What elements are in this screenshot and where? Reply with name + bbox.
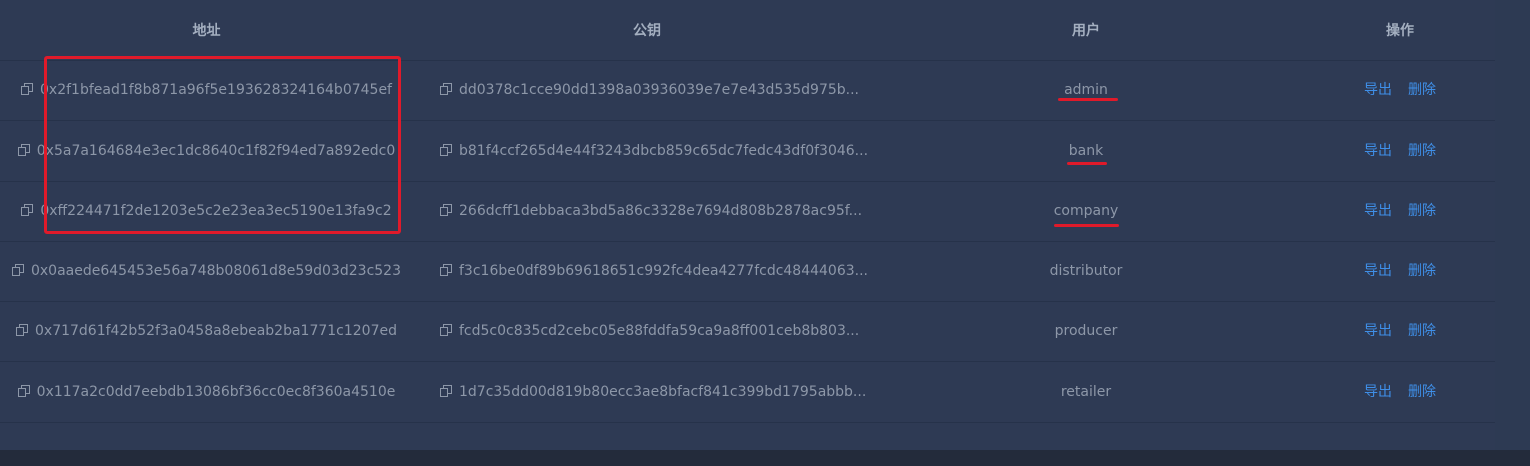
public-key-text: dd0378c1cce90dd1398a03936039e7e7e43d535d… <box>459 82 859 98</box>
delete-button[interactable]: 删除 <box>1408 384 1436 400</box>
copy-icon[interactable] <box>11 264 24 276</box>
table-row: 0x717d61f42b52f3a0458a8ebeab2ba1771c1207… <box>0 301 1495 362</box>
accounts-table: 地址 公钥 用户 操作 0x2f1bfead1f8b871a96f5e19362… <box>0 0 1495 450</box>
actions-cell: 导出 删除 <box>1305 60 1495 120</box>
address-text: 0x0aaede645453e56a748b08061d8e59d03d23c5… <box>30 263 401 279</box>
public-key-cell: fcd5c0c835cd2cebc05e88fddfa59ca9a8ff001c… <box>440 301 870 361</box>
public-key-text: b81f4ccf265d4e44f3243dbcb859c65dc7fedc43… <box>459 143 869 159</box>
company-underline <box>1054 224 1119 227</box>
copy-icon[interactable] <box>440 385 452 397</box>
address-cell: 0xff224471f2de1203e5c2e23ea3ec5190e13fa9… <box>0 181 413 241</box>
user-cell: bank <box>1068 143 1104 159</box>
public-key-cell: dd0378c1cce90dd1398a03936039e7e7e43d535d… <box>440 60 870 120</box>
right-gutter <box>1495 0 1530 450</box>
header-user: 用户 <box>1072 23 1100 39</box>
public-key-text: f3c16be0df89b69618651c992fc4dea4277fcdc4… <box>459 263 869 279</box>
copy-icon[interactable] <box>21 204 34 216</box>
table-row: 0x117a2c0dd7eebdb13086bf36cc0ec8f360a451… <box>0 362 1495 423</box>
header-actions: 操作 <box>1386 23 1414 39</box>
export-button[interactable]: 导出 <box>1364 384 1392 400</box>
address-text: 0x117a2c0dd7eebdb13086bf36cc0ec8f360a451… <box>36 384 396 400</box>
export-button[interactable]: 导出 <box>1364 82 1392 98</box>
address-text: 0xff224471f2de1203e5c2e23ea3ec5190e13fa9… <box>40 203 392 219</box>
delete-button[interactable]: 删除 <box>1408 323 1436 339</box>
address-text: 0x5a7a164684e3ec1dc8640c1f82f94ed7a892ed… <box>36 143 396 159</box>
admin-underline <box>1058 98 1118 101</box>
public-key-cell: b81f4ccf265d4e44f3243dbcb859c65dc7fedc43… <box>440 121 870 181</box>
public-key-cell: f3c16be0df89b69618651c992fc4dea4277fcdc4… <box>440 241 870 301</box>
public-key-cell: 1d7c35dd00d819b80ecc3ae8bfacf841c399bd17… <box>440 362 870 422</box>
user-cell: producer <box>1054 323 1118 339</box>
table-header: 地址 公钥 用户 操作 <box>0 0 1495 61</box>
address-text: 0x717d61f42b52f3a0458a8ebeab2ba1771c1207… <box>35 323 397 339</box>
address-cell: 0x717d61f42b52f3a0458a8ebeab2ba1771c1207… <box>0 301 413 361</box>
address-cell: 0x0aaede645453e56a748b08061d8e59d03d23c5… <box>0 241 413 301</box>
address-text: 0x2f1bfead1f8b871a96f5e193628324164b0745… <box>40 82 392 98</box>
address-cell: 0x117a2c0dd7eebdb13086bf36cc0ec8f360a451… <box>0 362 413 422</box>
public-key-text: fcd5c0c835cd2cebc05e88fddfa59ca9a8ff001c… <box>459 323 860 339</box>
copy-icon[interactable] <box>440 144 452 156</box>
delete-button[interactable]: 删除 <box>1408 143 1436 159</box>
public-key-cell: 266dcff1debbaca3bd5a86c3328e7694d808b287… <box>440 181 870 241</box>
table-row: 0x5a7a164684e3ec1dc8640c1f82f94ed7a892ed… <box>0 121 1495 182</box>
user-cell: company <box>1053 203 1119 219</box>
delete-button[interactable]: 删除 <box>1408 263 1436 279</box>
actions-cell: 导出 删除 <box>1305 301 1495 361</box>
export-button[interactable]: 导出 <box>1364 323 1392 339</box>
header-address: 地址 <box>192 23 221 39</box>
table-row: 0xff224471f2de1203e5c2e23ea3ec5190e13fa9… <box>0 181 1495 242</box>
delete-button[interactable]: 删除 <box>1408 82 1436 98</box>
user-cell: retailer <box>1060 384 1112 400</box>
actions-cell: 导出 删除 <box>1305 362 1495 422</box>
table-row: 0x2f1bfead1f8b871a96f5e193628324164b0745… <box>0 60 1495 121</box>
address-cell: 0x5a7a164684e3ec1dc8640c1f82f94ed7a892ed… <box>0 121 413 181</box>
actions-cell: 导出 删除 <box>1305 241 1495 301</box>
table-row: 0x0aaede645453e56a748b08061d8e59d03d23c5… <box>0 241 1495 302</box>
public-key-text: 266dcff1debbaca3bd5a86c3328e7694d808b287… <box>459 203 863 219</box>
copy-icon[interactable] <box>440 264 452 276</box>
bank-underline <box>1067 162 1107 165</box>
address-cell: 0x2f1bfead1f8b871a96f5e193628324164b0745… <box>0 60 413 120</box>
user-cell: distributor <box>1049 263 1123 279</box>
copy-icon[interactable] <box>16 324 28 336</box>
export-button[interactable]: 导出 <box>1364 143 1392 159</box>
user-cell: admin <box>1064 82 1108 98</box>
copy-icon[interactable] <box>21 83 34 95</box>
copy-icon[interactable] <box>440 324 452 336</box>
copy-icon[interactable] <box>440 204 452 216</box>
header-public-key: 公钥 <box>633 23 661 39</box>
copy-icon[interactable] <box>440 83 452 95</box>
delete-button[interactable]: 删除 <box>1408 203 1436 219</box>
copy-icon[interactable] <box>17 144 30 156</box>
actions-cell: 导出 删除 <box>1305 121 1495 181</box>
bottom-bar <box>0 450 1530 466</box>
copy-icon[interactable] <box>17 385 30 397</box>
public-key-text: 1d7c35dd00d819b80ecc3ae8bfacf841c399bd17… <box>459 384 867 400</box>
export-button[interactable]: 导出 <box>1364 203 1392 219</box>
export-button[interactable]: 导出 <box>1364 263 1392 279</box>
actions-cell: 导出 删除 <box>1305 181 1495 241</box>
